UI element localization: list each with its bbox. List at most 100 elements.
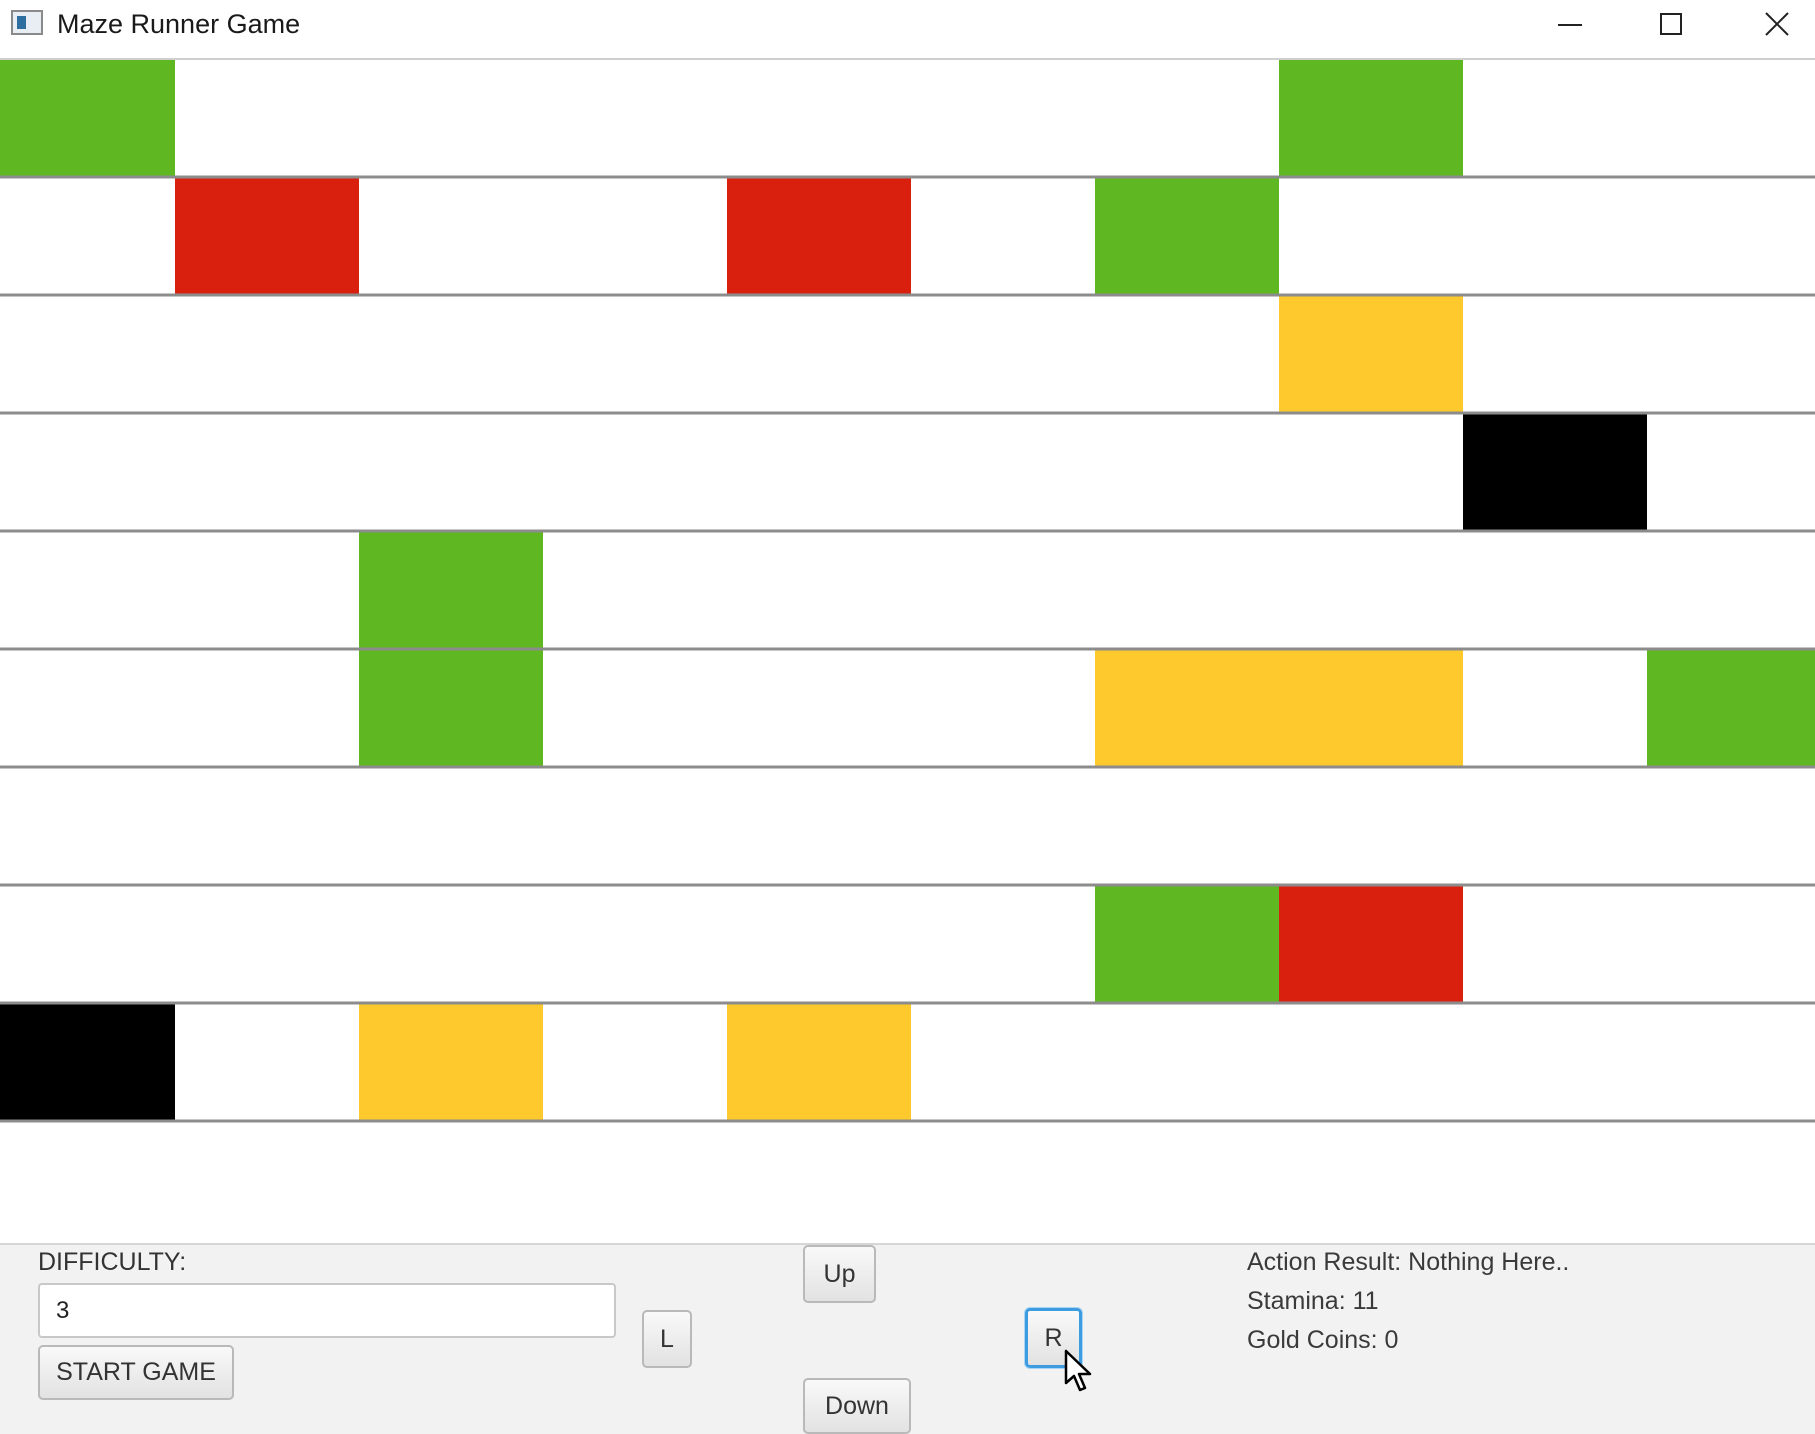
maze-cell-empty <box>359 885 543 1003</box>
close-icon <box>1765 12 1789 36</box>
maze-cell-empty <box>727 1121 911 1243</box>
maze-cell-empty <box>911 531 1095 649</box>
maze-cell-empty <box>911 885 1095 1003</box>
maze-cell-empty <box>543 531 727 649</box>
maze-grid <box>0 58 1815 1243</box>
maze-cell-empty <box>1463 295 1647 413</box>
maze-cell-empty <box>175 885 359 1003</box>
maze-cell-empty <box>175 767 359 885</box>
maze-cell-empty <box>1463 58 1647 177</box>
maze-cell-green <box>359 531 543 649</box>
maze-cell-empty <box>911 177 1095 295</box>
maze-cell-yellow <box>727 1003 911 1121</box>
difficulty-input[interactable] <box>38 1283 616 1338</box>
maze-cell-green <box>1279 58 1463 177</box>
maze-cell-empty <box>1095 767 1279 885</box>
maze-cell-empty <box>359 58 543 177</box>
maze-cell-empty <box>727 413 911 531</box>
maximize-icon <box>1660 13 1682 35</box>
maze-cell-empty <box>1463 1121 1647 1243</box>
maze-cell-empty <box>543 649 727 767</box>
maze-cell-empty <box>1279 531 1463 649</box>
maze-cell-yellow <box>1279 649 1463 767</box>
maze-cell-red <box>1279 885 1463 1003</box>
maze-cell-empty <box>0 177 175 295</box>
maze-cell-empty <box>175 413 359 531</box>
maze-cell-empty <box>911 649 1095 767</box>
maze-cell-empty <box>911 413 1095 531</box>
maze-cell-empty <box>175 1121 359 1243</box>
maze-cell-empty <box>0 649 175 767</box>
maze-cell-empty <box>1095 531 1279 649</box>
maze-cell-empty <box>727 531 911 649</box>
maze-cell-yellow <box>1279 295 1463 413</box>
maze-cell-empty <box>0 413 175 531</box>
title-bar[interactable]: Maze Runner Game <box>0 0 1815 58</box>
minimize-button[interactable] <box>1535 0 1605 48</box>
maze-cell-empty <box>911 1121 1095 1243</box>
maze-cell-yellow <box>1095 649 1279 767</box>
action-result-text: Action Result: Nothing Here.. <box>1247 1248 1570 1276</box>
maze-cell-empty <box>1279 767 1463 885</box>
maze-cell-yellow <box>359 1003 543 1121</box>
maze-cell-empty <box>1095 58 1279 177</box>
maze-cell-empty <box>543 767 727 885</box>
maze-cell-empty <box>1279 1003 1463 1121</box>
close-button[interactable] <box>1742 0 1812 48</box>
maze-cell-green <box>1095 885 1279 1003</box>
maze-cell-empty <box>1647 531 1815 649</box>
maze-cell-empty <box>0 531 175 649</box>
maze-cell-empty <box>543 177 727 295</box>
maze-cell-empty <box>543 1003 727 1121</box>
maze-cell-empty <box>1463 885 1647 1003</box>
maze-cell-empty <box>1095 1003 1279 1121</box>
maze-cell-green <box>1647 649 1815 767</box>
move-down-button[interactable]: Down <box>803 1378 911 1434</box>
minimize-icon <box>1558 24 1582 26</box>
maze-cell-empty <box>1463 767 1647 885</box>
maze-cell-green <box>359 649 543 767</box>
maze-board <box>0 58 1815 1243</box>
maze-cell-empty <box>543 885 727 1003</box>
maze-cell-empty <box>543 1121 727 1243</box>
maze-cell-black <box>1463 413 1647 531</box>
maze-cell-empty <box>1095 295 1279 413</box>
maze-cell-empty <box>1279 413 1463 531</box>
maze-cell-empty <box>0 1121 175 1243</box>
maze-cell-empty <box>359 767 543 885</box>
start-game-button[interactable]: START GAME <box>38 1345 234 1400</box>
maze-cell-empty <box>1463 649 1647 767</box>
maze-cell-empty <box>727 649 911 767</box>
window-title: Maze Runner Game <box>57 9 301 39</box>
maze-cell-empty <box>175 58 359 177</box>
maze-cell-empty <box>359 295 543 413</box>
maze-cell-empty <box>359 177 543 295</box>
move-up-button[interactable]: Up <box>803 1245 876 1303</box>
maze-cell-empty <box>1463 531 1647 649</box>
app-window-icon <box>11 10 43 35</box>
maze-cell-empty <box>1647 58 1815 177</box>
maze-cell-empty <box>1095 413 1279 531</box>
maze-cell-empty <box>727 767 911 885</box>
maze-cell-empty <box>1647 295 1815 413</box>
maze-cell-empty <box>175 1003 359 1121</box>
maze-cell-empty <box>1647 413 1815 531</box>
difficulty-label: DIFFICULTY: <box>38 1248 187 1276</box>
maze-cell-empty <box>911 1003 1095 1121</box>
maze-cell-empty <box>359 1121 543 1243</box>
maze-cell-empty <box>175 295 359 413</box>
maze-cell-empty <box>1647 767 1815 885</box>
maximize-button[interactable] <box>1636 0 1706 48</box>
maze-cell-red <box>727 177 911 295</box>
app-window: Maze Runner Game DIFFICULTY: START GAME … <box>0 0 1815 1434</box>
maze-cell-empty <box>911 58 1095 177</box>
move-left-button[interactable]: L <box>642 1310 692 1368</box>
maze-cell-empty <box>1463 177 1647 295</box>
maze-cell-empty <box>175 531 359 649</box>
maze-cell-empty <box>543 413 727 531</box>
maze-cell-empty <box>1279 1121 1463 1243</box>
maze-cell-red <box>175 177 359 295</box>
maze-cell-green <box>1095 177 1279 295</box>
maze-cell-empty <box>175 649 359 767</box>
maze-cell-empty <box>0 767 175 885</box>
